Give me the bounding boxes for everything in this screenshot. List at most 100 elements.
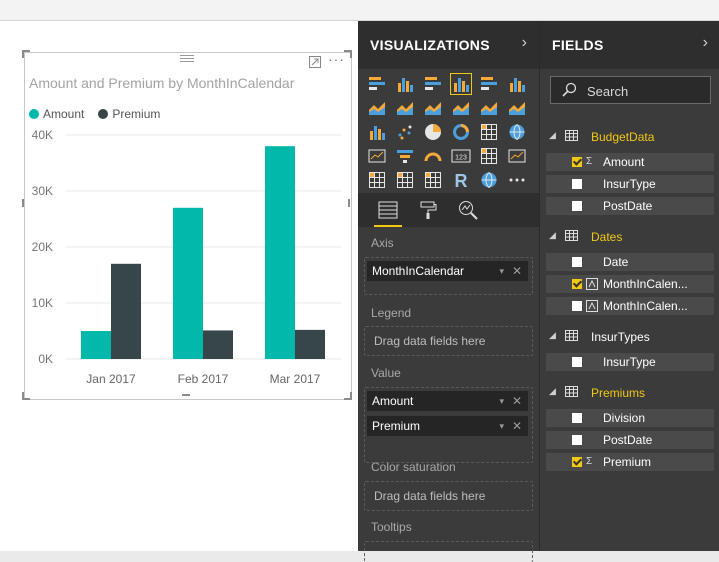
table-header[interactable]: ◢ Dates <box>540 227 719 247</box>
field-row[interactable]: InsurType <box>546 175 714 193</box>
field-row[interactable]: MonthInCalen... <box>546 297 714 315</box>
drag-grip-icon[interactable] <box>180 55 194 64</box>
search-icon <box>562 82 577 97</box>
field-row[interactable]: InsurType <box>546 353 714 371</box>
collapse-triangle-icon[interactable]: ◢ <box>549 230 556 241</box>
remove-field-icon[interactable]: ✕ <box>512 261 522 281</box>
axis-field-pill[interactable]: MonthInCalendar ▾ ✕ <box>367 261 528 281</box>
clustered-bar-icon[interactable] <box>422 73 444 95</box>
value-field-pill-premium[interactable]: Premium ▾ ✕ <box>367 416 528 436</box>
focus-mode-icon[interactable] <box>309 56 321 68</box>
tooltips-well[interactable] <box>364 541 533 562</box>
field-checkbox[interactable] <box>572 157 582 167</box>
ribbon-chart-icon[interactable] <box>506 97 528 119</box>
resize-handle[interactable] <box>182 394 190 396</box>
format-paint-roller-icon[interactable] <box>416 199 440 221</box>
table-header[interactable]: ◢ BudgetData <box>540 127 719 147</box>
card-icon[interactable]: 123 <box>450 145 472 167</box>
scatter-icon[interactable] <box>394 121 416 143</box>
search-input[interactable]: Search <box>550 76 711 104</box>
stacked-area-icon[interactable] <box>422 97 444 119</box>
chevron-down-icon[interactable]: ▾ <box>499 416 504 436</box>
table-icon[interactable] <box>394 169 416 191</box>
collapse-pane-icon[interactable]: › <box>522 34 527 52</box>
treemap-icon[interactable] <box>478 121 500 143</box>
field-checkbox[interactable] <box>572 457 582 467</box>
resize-handle[interactable] <box>22 50 30 58</box>
value-field-pill-amount[interactable]: Amount ▾ ✕ <box>367 391 528 411</box>
waterfall-icon[interactable] <box>366 121 388 143</box>
resize-handle[interactable] <box>344 50 352 58</box>
resize-handle[interactable] <box>344 392 352 400</box>
slicer-icon[interactable] <box>366 169 388 191</box>
collapse-triangle-icon[interactable]: ◢ <box>549 130 556 141</box>
bar-premium[interactable] <box>203 330 233 359</box>
axis-well[interactable]: MonthInCalendar ▾ ✕ <box>364 257 533 295</box>
funnel-icon[interactable] <box>394 145 416 167</box>
field-checkbox[interactable] <box>572 201 582 211</box>
more-options-icon[interactable]: ··· <box>328 51 345 67</box>
bar-premium[interactable] <box>295 329 325 359</box>
map-icon[interactable] <box>506 121 528 143</box>
area-chart-icon[interactable] <box>394 97 416 119</box>
report-canvas[interactable]: ··· Amount and Premium by MonthInCalenda… <box>0 21 358 551</box>
clustered-column-icon[interactable] <box>450 73 472 95</box>
stacked-column-icon[interactable] <box>394 73 416 95</box>
globe-icon[interactable] <box>478 169 500 191</box>
legend-item-premium[interactable]: Premium <box>98 107 160 121</box>
field-checkbox[interactable] <box>572 435 582 445</box>
legend-well[interactable]: Drag data fields here <box>364 326 533 356</box>
resize-handle[interactable] <box>348 199 350 207</box>
legend-item-amount[interactable]: Amount <box>29 107 84 121</box>
line-clustered-column-icon[interactable] <box>450 97 472 119</box>
remove-field-icon[interactable]: ✕ <box>512 416 522 436</box>
stacked-bar-icon[interactable] <box>366 73 388 95</box>
resize-handle[interactable] <box>22 199 24 207</box>
bar-premium[interactable] <box>111 263 141 359</box>
field-row[interactable]: MonthInCalen... <box>546 275 714 293</box>
field-row[interactable]: Σ Premium <box>546 453 714 471</box>
bar-amount[interactable] <box>81 331 111 359</box>
analytics-magnifier-icon[interactable] <box>456 199 480 221</box>
value-well[interactable]: Amount ▾ ✕ Premium ▾ ✕ <box>364 387 533 463</box>
bar-amount[interactable] <box>173 207 203 359</box>
collapse-triangle-icon[interactable]: ◢ <box>549 330 556 341</box>
pie-chart-icon[interactable] <box>422 121 444 143</box>
donut-chart-icon[interactable] <box>450 121 472 143</box>
chevron-down-icon[interactable]: ▾ <box>499 261 504 281</box>
field-checkbox[interactable] <box>572 301 582 311</box>
line-chart-icon[interactable] <box>366 97 388 119</box>
gauge-icon[interactable] <box>422 145 444 167</box>
collapse-pane-icon[interactable]: › <box>703 34 708 52</box>
table-header[interactable]: ◢ InsurTypes <box>540 327 719 347</box>
line-stacked-column-icon[interactable] <box>478 97 500 119</box>
bar-amount[interactable] <box>265 146 295 359</box>
field-row[interactable]: Date <box>546 253 714 271</box>
multi-row-card-icon[interactable] <box>478 145 500 167</box>
field-row[interactable]: PostDate <box>546 197 714 215</box>
chart-legend[interactable]: Amount Premium <box>29 107 174 121</box>
fields-tab-icon[interactable] <box>374 199 402 227</box>
collapse-triangle-icon[interactable]: ◢ <box>549 386 556 397</box>
field-checkbox[interactable] <box>572 357 582 367</box>
matrix-icon[interactable] <box>422 169 444 191</box>
field-checkbox[interactable] <box>572 413 582 423</box>
field-row[interactable]: PostDate <box>546 431 714 449</box>
filled-map-icon[interactable] <box>366 145 388 167</box>
resize-handle[interactable] <box>22 392 30 400</box>
kpi-icon[interactable] <box>506 145 528 167</box>
clustered-column-visual[interactable]: ··· Amount and Premium by MonthInCalenda… <box>24 51 352 400</box>
100-stacked-bar-icon[interactable] <box>478 73 500 95</box>
table-header[interactable]: ◢ Premiums <box>540 383 719 403</box>
field-checkbox[interactable] <box>572 179 582 189</box>
color-saturation-well[interactable]: Drag data fields here <box>364 481 533 511</box>
r-visual-icon[interactable]: R <box>450 169 472 191</box>
100-stacked-column-icon[interactable] <box>506 73 528 95</box>
field-row[interactable]: Division <box>546 409 714 427</box>
chevron-down-icon[interactable]: ▾ <box>499 391 504 411</box>
field-checkbox[interactable] <box>572 257 582 267</box>
field-row[interactable]: Σ Amount <box>546 153 714 171</box>
more-icon[interactable] <box>506 169 528 191</box>
remove-field-icon[interactable]: ✕ <box>512 391 522 411</box>
field-checkbox[interactable] <box>572 279 582 289</box>
